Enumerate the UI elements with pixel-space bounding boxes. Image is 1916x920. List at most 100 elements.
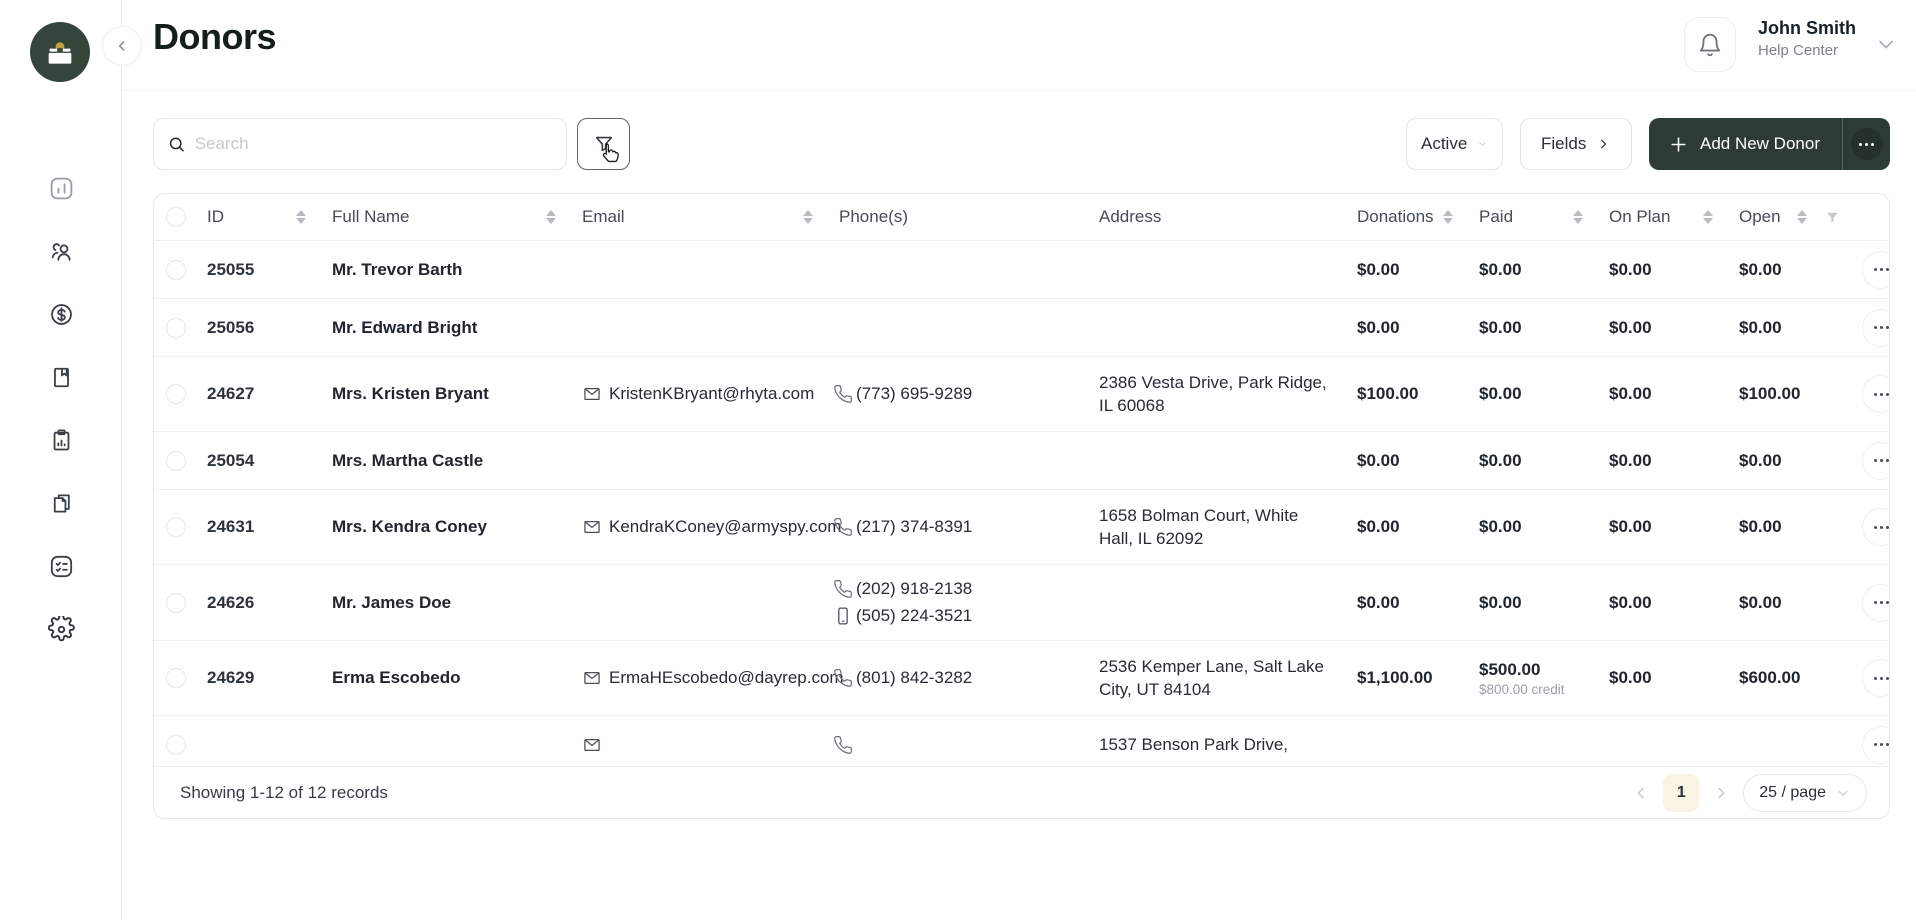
row-actions-button[interactable] — [1862, 584, 1889, 622]
sidebar-item-donations[interactable] — [47, 300, 75, 328]
search-box[interactable] — [153, 118, 567, 170]
column-header-id[interactable]: ID — [191, 207, 316, 227]
sidebar — [0, 0, 122, 920]
column-header-phones[interactable]: Phone(s) — [823, 207, 1083, 227]
cell-phones: (217) 374-8391 — [823, 503, 1083, 551]
phone-number: (505) 224-3521 — [856, 606, 972, 626]
column-header-on_plan[interactable]: On Plan — [1593, 207, 1723, 227]
sort-icon[interactable] — [1573, 210, 1583, 224]
sidebar-item-tasks[interactable] — [47, 552, 75, 580]
sidebar-item-pledges[interactable] — [47, 363, 75, 391]
row-radio[interactable] — [166, 260, 186, 280]
sort-icon[interactable] — [1443, 210, 1453, 224]
row-actions-button[interactable] — [1862, 251, 1889, 289]
email-text[interactable]: KendraKConey@armyspy.com — [609, 517, 841, 537]
previous-page-button[interactable] — [1632, 784, 1650, 802]
sort-icon[interactable] — [296, 210, 306, 224]
notifications-button[interactable] — [1684, 17, 1736, 72]
sort-icon[interactable] — [546, 210, 556, 224]
table-row: 24626Mr. James Doe(202) 918-2138(505) 22… — [154, 565, 1889, 641]
column-header-email[interactable]: Email — [566, 207, 823, 227]
page-number-button[interactable]: 1 — [1663, 774, 1699, 812]
column-header-open[interactable]: Open — [1723, 207, 1846, 227]
cell-open: $0.00 — [1723, 441, 1846, 481]
user-menu[interactable]: John Smith Help Center — [1758, 18, 1856, 59]
sort-icon[interactable] — [803, 210, 813, 224]
cell-address: 1537 Benson Park Drive, — [1083, 719, 1341, 766]
row-radio[interactable] — [166, 451, 186, 471]
ellipsis-icon — [1874, 393, 1889, 396]
help-center-link[interactable]: Help Center — [1758, 42, 1856, 59]
status-filter-dropdown[interactable]: Active — [1406, 118, 1503, 170]
sort-icon[interactable] — [1797, 210, 1807, 224]
table-row: 25056Mr. Edward Bright$0.00$0.00$0.00$0.… — [154, 299, 1889, 357]
column-label-id: ID — [207, 207, 224, 227]
cell-full-name: Mrs. Kristen Bryant — [316, 384, 566, 404]
cell-open: $0.00 — [1723, 507, 1846, 547]
sidebar-item-donors[interactable] — [47, 237, 75, 265]
search-input[interactable] — [195, 134, 552, 154]
chevron-left-icon — [1632, 784, 1650, 802]
row-radio[interactable] — [166, 384, 186, 404]
row-radio[interactable] — [166, 668, 186, 688]
sort-icon[interactable] — [1703, 210, 1713, 224]
column-label-on_plan: On Plan — [1609, 207, 1670, 227]
cell-donations — [1341, 735, 1463, 755]
bar-chart-icon — [48, 175, 75, 202]
cell-email: ErmaHEscobedo@dayrep.com — [566, 668, 823, 688]
ellipsis-icon — [1874, 677, 1889, 680]
column-filter-icon[interactable] — [1825, 210, 1840, 225]
add-new-donor-button[interactable]: Add New Donor — [1649, 118, 1842, 170]
cell-full-name: Mrs. Kendra Coney — [316, 517, 566, 537]
page-size-value: 25 / page — [1759, 784, 1826, 802]
table-body: 25055Mr. Trevor Barth$0.00$0.00$0.00$0.0… — [154, 241, 1889, 766]
fields-button[interactable]: Fields — [1520, 118, 1632, 170]
sidebar-item-dashboard[interactable] — [47, 174, 75, 202]
cell-on-plan: $0.00 — [1593, 658, 1723, 698]
sidebar-collapse-button[interactable] — [102, 26, 142, 66]
row-actions-button[interactable] — [1862, 375, 1889, 413]
app-logo[interactable] — [30, 22, 90, 82]
row-radio[interactable] — [166, 735, 186, 755]
email-text[interactable]: ErmaHEscobedo@dayrep.com — [609, 668, 844, 688]
row-actions-button[interactable] — [1862, 659, 1889, 697]
sidebar-nav — [0, 174, 122, 643]
column-header-paid[interactable]: Paid — [1463, 207, 1593, 227]
row-select-cell — [154, 384, 191, 404]
column-header-name[interactable]: Full Name — [316, 207, 566, 227]
select-all-radio[interactable] — [166, 207, 186, 227]
sidebar-item-reports[interactable] — [47, 426, 75, 454]
column-header-address[interactable]: Address — [1083, 207, 1341, 227]
column-header-donations[interactable]: Donations — [1341, 207, 1463, 227]
row-actions-button[interactable] — [1862, 442, 1889, 480]
row-actions-button[interactable] — [1862, 508, 1889, 546]
filter-button[interactable] — [577, 118, 630, 170]
ellipsis-icon — [1851, 128, 1883, 160]
column-label-email: Email — [582, 207, 625, 227]
ellipsis-icon — [1874, 743, 1889, 746]
cell-open: $0.00 — [1723, 250, 1846, 290]
row-radio[interactable] — [166, 593, 186, 613]
add-new-donor-split-button: Add New Donor — [1649, 118, 1890, 170]
sidebar-item-documents[interactable] — [47, 489, 75, 517]
cell-phones: (202) 918-2138(505) 224-3521 — [823, 565, 1083, 640]
table-footer: Showing 1-12 of 12 records 1 25 / page — [154, 766, 1889, 819]
row-actions-button[interactable] — [1862, 309, 1889, 347]
search-icon — [168, 135, 186, 154]
row-actions-button[interactable] — [1862, 726, 1889, 764]
cell-donations: $0.00 — [1341, 507, 1463, 547]
fields-label: Fields — [1541, 134, 1586, 154]
chevron-down-icon[interactable] — [1874, 32, 1898, 56]
row-radio[interactable] — [166, 517, 186, 537]
donors-table-card: ID Full Name Email Phone(s)AddressDonations… — [153, 193, 1890, 819]
phone-icon — [833, 579, 853, 599]
sidebar-item-settings[interactable] — [47, 615, 75, 643]
row-radio[interactable] — [166, 318, 186, 338]
page-size-dropdown[interactable]: 25 / page — [1743, 774, 1867, 812]
add-donor-more-button[interactable] — [1842, 118, 1890, 170]
email-text[interactable]: KristenKBryant@rhyta.com — [609, 384, 814, 404]
cell-donations: $1,100.00 — [1341, 658, 1463, 698]
next-page-button[interactable] — [1712, 784, 1730, 802]
page-title: Donors — [153, 16, 276, 58]
ellipsis-icon — [1874, 326, 1889, 329]
